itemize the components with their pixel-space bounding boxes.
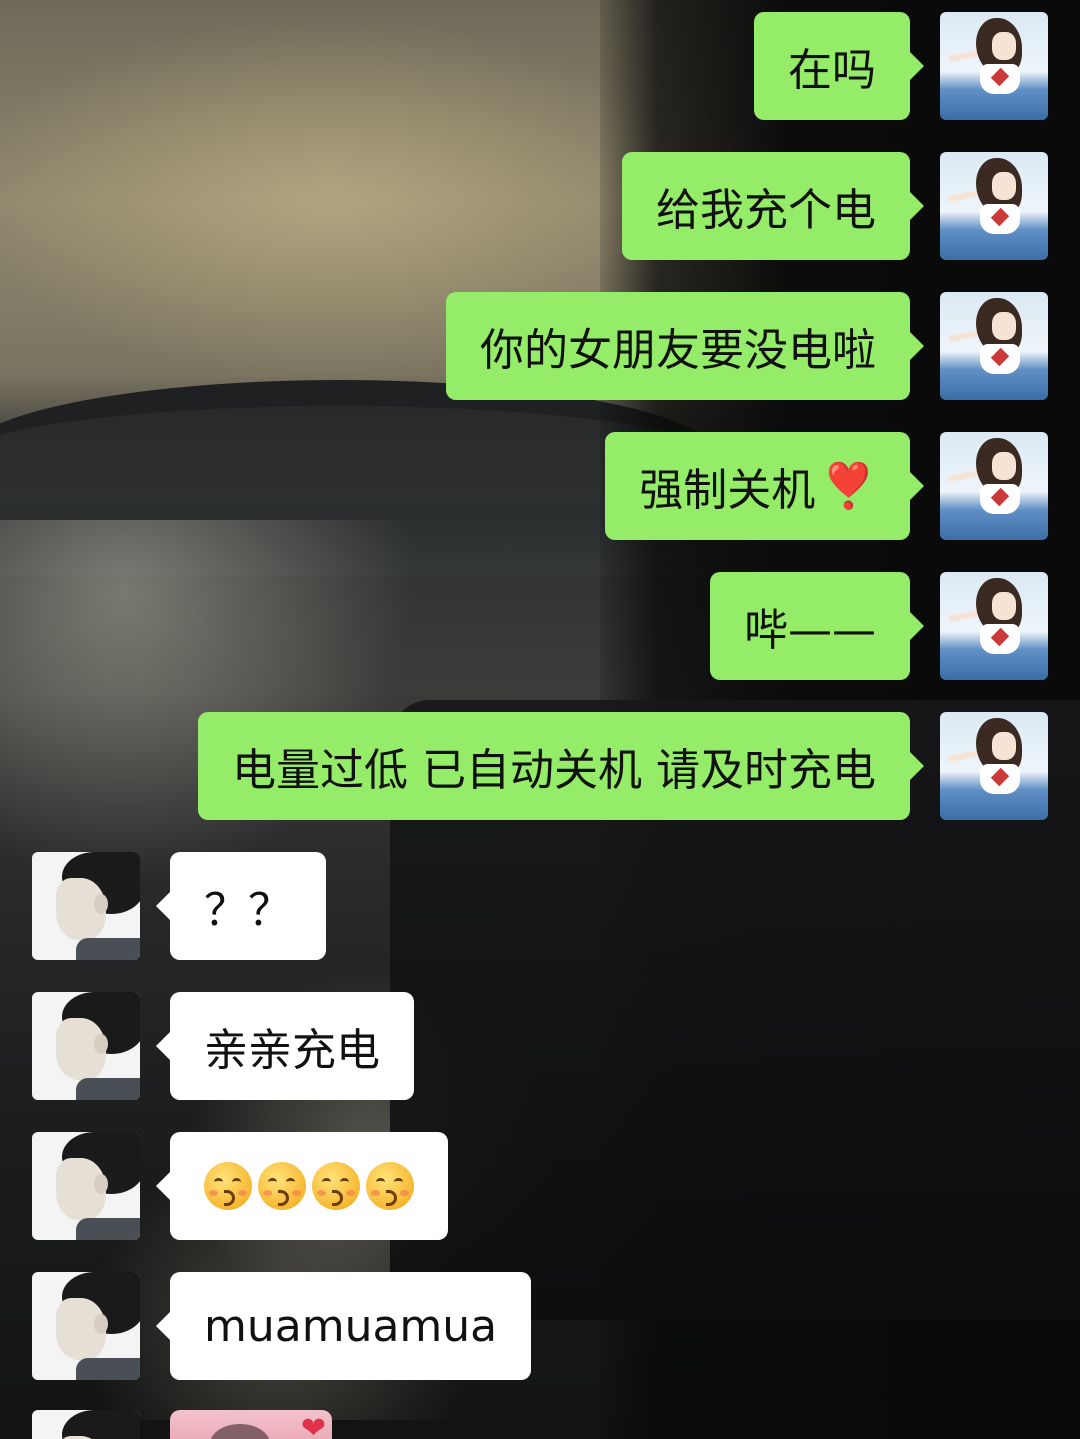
self-avatar[interactable] bbox=[940, 152, 1048, 260]
message-row-sent: 在吗 bbox=[32, 12, 1048, 120]
kissing-face-icon bbox=[312, 1162, 360, 1210]
message-text: muamuamua bbox=[204, 1300, 498, 1352]
self-avatar[interactable] bbox=[940, 12, 1048, 120]
received-message-bubble[interactable]: ？？ bbox=[156, 852, 326, 960]
emoji-group bbox=[204, 1162, 414, 1210]
message-row-sent: 哔—— bbox=[32, 572, 1048, 680]
kissing-face-icon bbox=[258, 1162, 306, 1210]
message-text: 给我充个电 bbox=[656, 185, 876, 236]
message-row-sent: 强制关机 ❣️ bbox=[32, 432, 1048, 540]
sent-message-bubble[interactable]: 电量过低 已自动关机 请及时充电 bbox=[198, 712, 924, 820]
self-avatar[interactable] bbox=[940, 292, 1048, 400]
contact-avatar[interactable] bbox=[32, 1272, 140, 1380]
self-avatar[interactable] bbox=[940, 572, 1048, 680]
message-row-received: muamuamua bbox=[32, 1272, 932, 1380]
message-row-received: ？？ bbox=[32, 852, 932, 960]
contact-avatar[interactable] bbox=[32, 1132, 140, 1240]
sent-message-bubble[interactable]: 强制关机 ❣️ bbox=[605, 432, 924, 540]
heart-exclamation-icon: ❣️ bbox=[821, 461, 876, 512]
heart-sticker-icon[interactable]: ❤ bbox=[170, 1410, 332, 1439]
sent-message-bubble[interactable]: 在吗 bbox=[754, 12, 924, 120]
received-message-bubble[interactable] bbox=[156, 1132, 448, 1240]
message-text: 你的女朋友要没电啦 bbox=[480, 325, 876, 376]
sent-message-bubble[interactable]: 给我充个电 bbox=[622, 152, 924, 260]
sent-message-bubble[interactable]: 你的女朋友要没电啦 bbox=[446, 292, 924, 400]
contact-avatar[interactable] bbox=[32, 852, 140, 960]
message-row-sent: 你的女朋友要没电啦 bbox=[32, 292, 1048, 400]
contact-avatar[interactable] bbox=[32, 992, 140, 1100]
message-text: 在吗 bbox=[788, 45, 876, 96]
kissing-face-icon bbox=[204, 1162, 252, 1210]
message-row-received: 亲亲充电 bbox=[32, 992, 932, 1100]
message-text: 亲亲充电 bbox=[204, 1025, 380, 1076]
contact-avatar[interactable] bbox=[32, 1410, 140, 1439]
self-avatar[interactable] bbox=[940, 432, 1048, 540]
message-row-sent: 电量过低 已自动关机 请及时充电 bbox=[32, 712, 1048, 820]
received-message-bubble[interactable]: muamuamua bbox=[155, 1272, 532, 1380]
chat-message-list[interactable]: 在吗 给我充个电 你的女朋友要没电啦 强制关机 ❣️ 哔—— 电量过低 已自动关… bbox=[0, 0, 1080, 1439]
self-avatar[interactable] bbox=[940, 712, 1048, 820]
kissing-face-icon bbox=[366, 1162, 414, 1210]
received-message-bubble[interactable]: 亲亲充电 bbox=[156, 992, 414, 1100]
message-row-sent: 给我充个电 bbox=[32, 152, 1048, 260]
message-text: 哔—— bbox=[744, 605, 876, 656]
message-row-received bbox=[32, 1132, 932, 1240]
message-text: 强制关机 bbox=[639, 465, 816, 516]
message-text: 电量过低 已自动关机 请及时充电 bbox=[232, 745, 876, 796]
message-text: ？？ bbox=[204, 885, 292, 936]
sent-message-bubble[interactable]: 哔—— bbox=[710, 572, 924, 680]
